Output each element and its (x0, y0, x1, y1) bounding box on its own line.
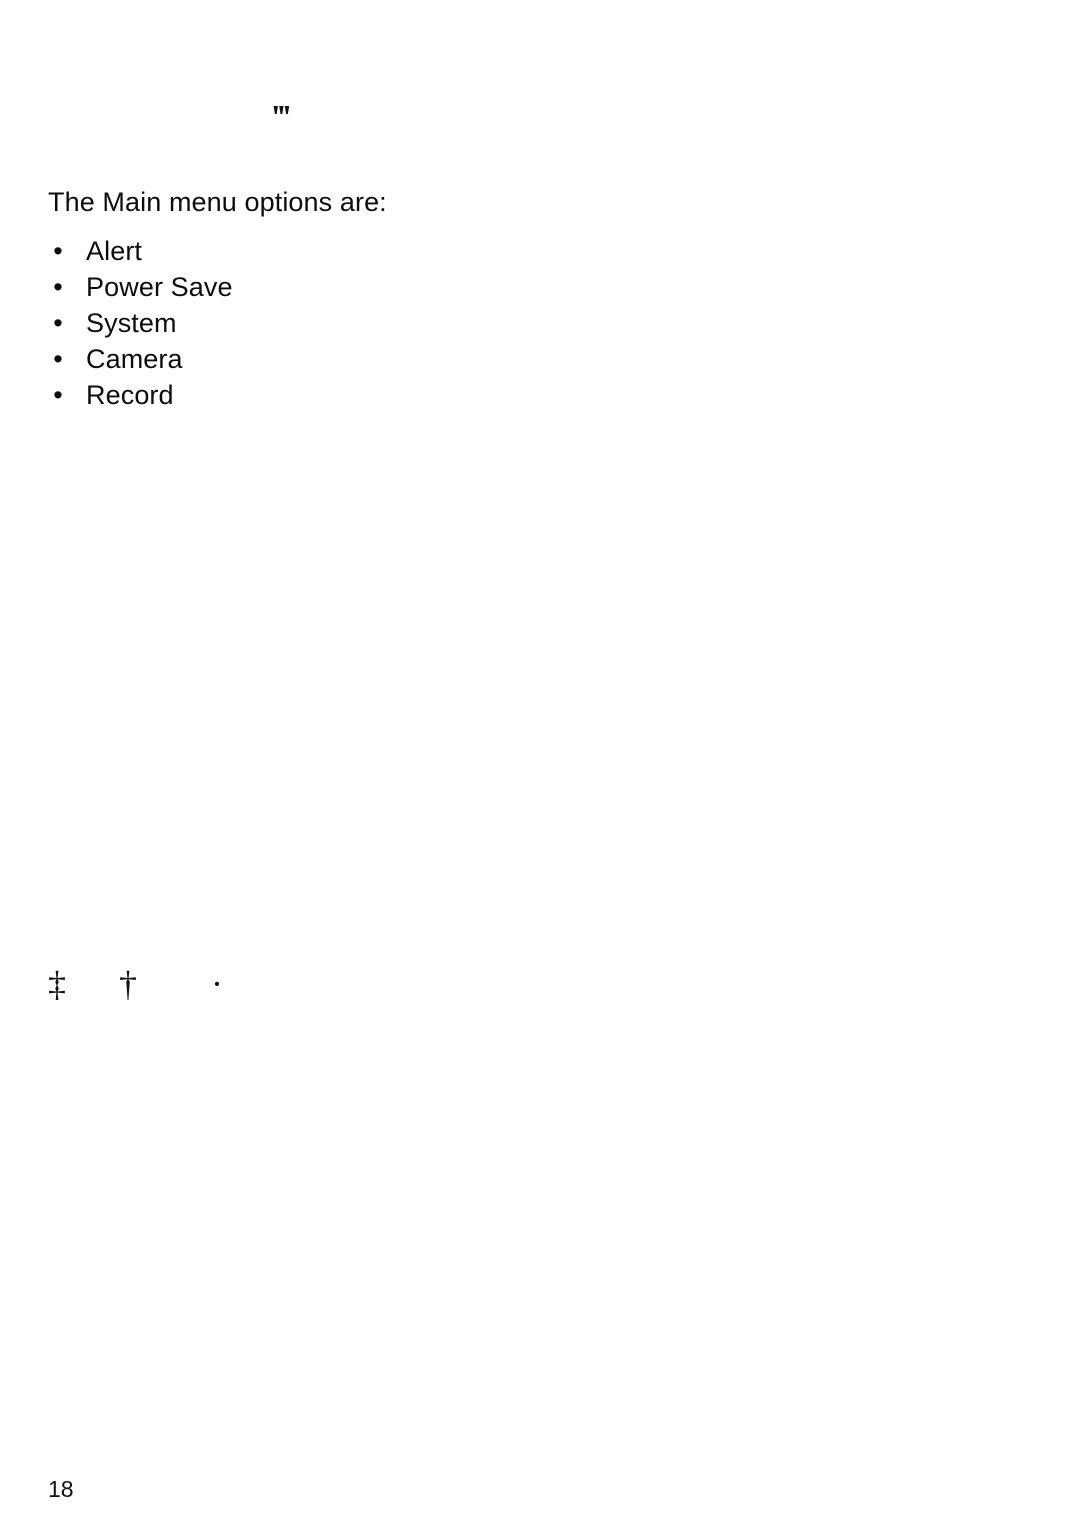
list-item-label: Power Save (86, 271, 233, 302)
bullet-icon: • (53, 271, 63, 302)
list-item-label: System (86, 307, 177, 338)
bullet-icon: • (53, 343, 63, 374)
bullet-icon: • (53, 379, 63, 410)
list-item-label: Camera (86, 343, 183, 374)
document-page: ‴ The Main menu options are: • Alert • P… (0, 0, 1080, 1532)
lead-paragraph: The Main menu options are: (48, 187, 387, 217)
list-item: • System (48, 305, 1008, 341)
list-item: • Record (48, 377, 1008, 413)
list-item: • Camera (48, 341, 1008, 377)
triple-prime-glyph-icon: ‴ (272, 99, 292, 136)
dagger-glyph-icon: † (119, 964, 137, 1004)
page-number: 18 (48, 1476, 74, 1502)
page-footer: 18 (48, 1478, 348, 1502)
middle-dot-glyph-icon: · (211, 964, 223, 1004)
main-menu-options-list: • Alert • Power Save • System • Camera •… (48, 233, 1008, 413)
list-item: • Alert (48, 233, 1008, 269)
page-content: The Main menu options are: • Alert • Pow… (48, 186, 1008, 413)
list-item-label: Alert (86, 235, 143, 266)
double-dagger-glyph-icon: ‡ (48, 964, 66, 1004)
bullet-icon: • (53, 307, 63, 338)
list-item: • Power Save (48, 269, 1008, 305)
list-item-label: Record (86, 379, 174, 410)
bullet-icon: • (53, 235, 63, 266)
glyph-artifact-row: ‡ † · (0, 966, 1080, 1012)
